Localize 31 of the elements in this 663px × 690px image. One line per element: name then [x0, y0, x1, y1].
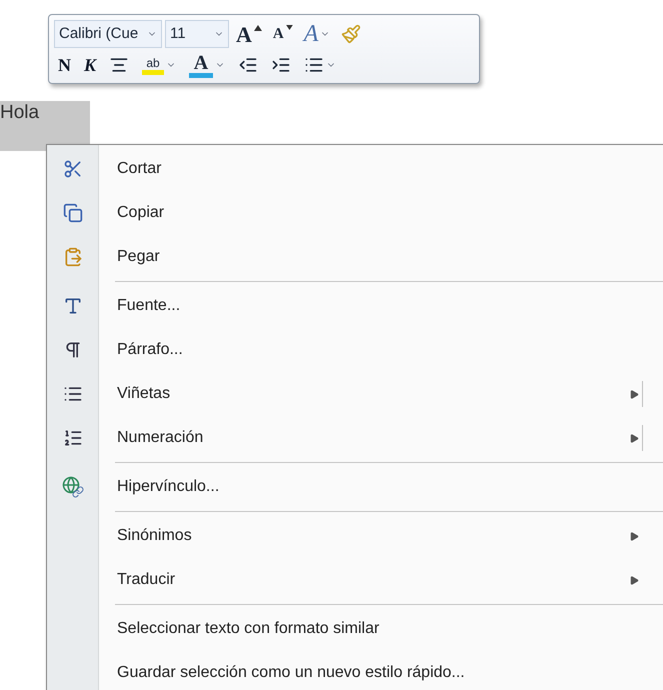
- menu-item[interactable]: Guardar selección como un nuevo estilo rápido...: [99, 651, 663, 690]
- menu-item[interactable]: Viñetas: [99, 372, 663, 416]
- menu-item[interactable]: Cortar: [99, 147, 663, 191]
- down-arrow-icon: [286, 25, 293, 30]
- grow-font-button[interactable]: A: [232, 21, 266, 47]
- menu-item[interactable]: Seleccionar texto con formato similar: [99, 607, 663, 651]
- paintbrush-icon: [341, 24, 362, 44]
- bold-button[interactable]: N: [54, 52, 75, 78]
- copy-icon: [63, 203, 83, 223]
- font-color-button[interactable]: A: [185, 52, 230, 78]
- italic-button[interactable]: K: [80, 52, 100, 78]
- font-name-field[interactable]: Calibri (Cue: [54, 20, 162, 48]
- scissors-icon: [63, 159, 83, 179]
- up-arrow-icon: [254, 25, 262, 31]
- highlight-button[interactable]: ab: [138, 52, 180, 78]
- globe-link-icon: [62, 476, 84, 498]
- letter-icon: [63, 296, 83, 316]
- clipboard-icon: [63, 247, 83, 267]
- shrink-font-button[interactable]: A: [268, 21, 297, 47]
- menu-item[interactable]: Traducir: [99, 558, 663, 602]
- numbered-list-icon: [63, 428, 83, 448]
- menu-item[interactable]: Sinónimos: [99, 514, 663, 558]
- menu-item[interactable]: Copiar: [99, 191, 663, 235]
- menu-item[interactable]: Pegar: [99, 235, 663, 279]
- menu-item[interactable]: Fuente...: [99, 284, 663, 328]
- styles-button[interactable]: A: [300, 21, 334, 47]
- menu-item[interactable]: Hipervínculo...: [99, 465, 663, 509]
- document-text: Hola: [0, 102, 40, 123]
- menu-item[interactable]: Numeración: [99, 416, 663, 460]
- menu-item[interactable]: Párrafo...: [99, 328, 663, 372]
- font-size-field[interactable]: 11: [165, 20, 229, 48]
